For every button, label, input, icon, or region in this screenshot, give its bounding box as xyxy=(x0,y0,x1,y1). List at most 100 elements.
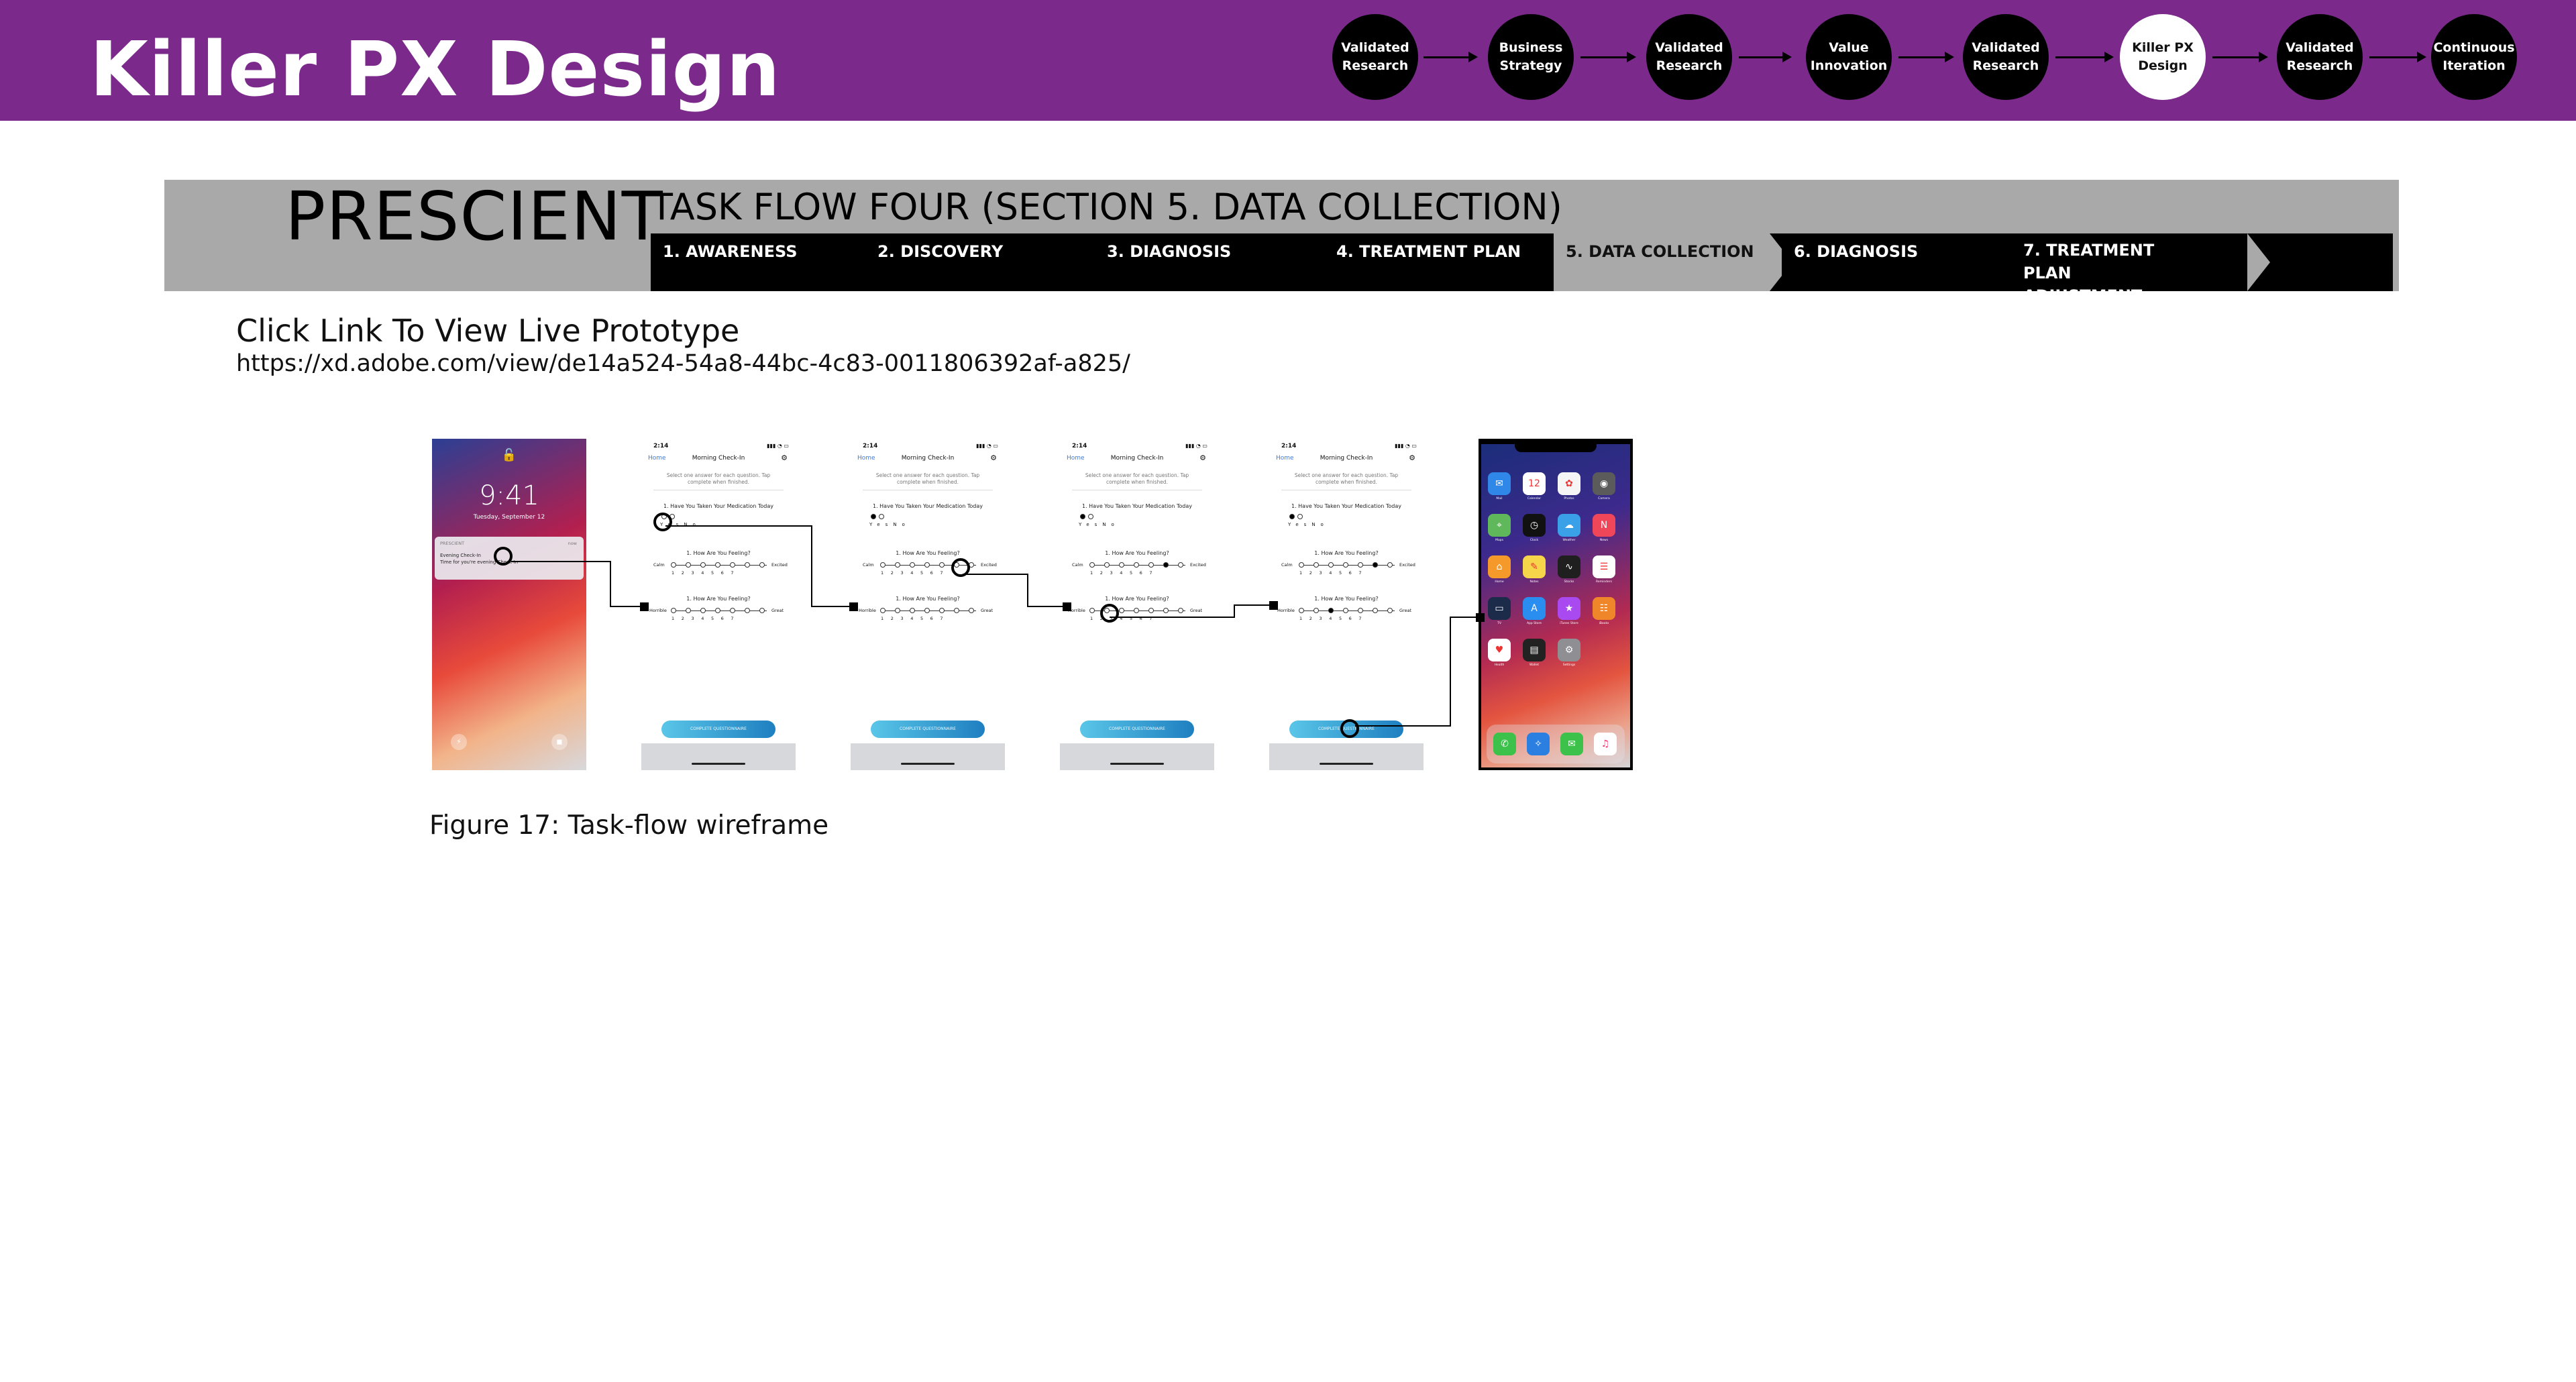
scale-option[interactable] xyxy=(910,562,915,568)
scale-option[interactable] xyxy=(1358,608,1363,613)
scale-option[interactable] xyxy=(939,562,945,568)
step-discovery[interactable]: 2. DISCOVERY xyxy=(865,233,1104,291)
scale-option[interactable] xyxy=(715,562,720,568)
ibooks-icon[interactable]: ☷ xyxy=(1593,597,1615,620)
scale-option[interactable] xyxy=(895,608,900,613)
scale-option[interactable] xyxy=(1134,608,1139,613)
step-data-collection[interactable]: 5. DATA COLLECTION xyxy=(1554,233,1792,291)
health-icon[interactable]: ♥ xyxy=(1488,639,1511,661)
camera-icon[interactable]: ◉ xyxy=(1593,472,1615,495)
scale-option[interactable] xyxy=(1178,608,1183,613)
step-treatment-plan-adjustment[interactable]: 7. TREATMENT PLAN ADJUSTMENT xyxy=(2011,233,2259,291)
scale-option[interactable] xyxy=(924,608,930,613)
news-icon[interactable]: N xyxy=(1593,514,1615,537)
step-treatment-plan[interactable]: 4. TREATMENT PLAN xyxy=(1324,233,1563,291)
scale-option[interactable] xyxy=(880,608,885,613)
scale-option[interactable] xyxy=(1343,562,1348,568)
scale-option[interactable] xyxy=(1163,608,1169,613)
safari-icon[interactable]: ✧ xyxy=(1527,733,1550,755)
scale-option[interactable] xyxy=(686,608,691,613)
scale-option[interactable] xyxy=(759,608,765,613)
camera-icon[interactable]: ◼ xyxy=(551,734,568,750)
scale-option[interactable] xyxy=(700,562,706,568)
scale-option[interactable] xyxy=(1299,562,1304,568)
yes-radio[interactable] xyxy=(1289,514,1295,519)
scale-option[interactable] xyxy=(1148,608,1154,613)
flashlight-icon[interactable]: ⚡ xyxy=(451,734,467,750)
step-diagnosis[interactable]: 3. DIAGNOSIS xyxy=(1095,233,1334,291)
scale-option[interactable] xyxy=(1358,562,1363,568)
scale-option[interactable] xyxy=(671,562,676,568)
scale-option[interactable] xyxy=(745,562,750,568)
scale-option[interactable] xyxy=(1089,608,1095,613)
tv-icon[interactable]: ▭ xyxy=(1488,597,1511,620)
gear-icon[interactable]: ⚙ xyxy=(990,454,997,462)
step-diagnosis-2[interactable]: 6. DIAGNOSIS xyxy=(1782,233,2021,291)
stocks-icon[interactable]: ∿ xyxy=(1558,555,1580,578)
answer-options[interactable] xyxy=(1289,514,1305,519)
scale-option[interactable] xyxy=(1089,562,1095,568)
no-radio[interactable] xyxy=(1297,514,1303,519)
process-node-business-strategy[interactable]: Business Strategy xyxy=(1488,14,1574,100)
scale-option[interactable] xyxy=(759,562,765,568)
scale-option[interactable] xyxy=(1313,608,1319,613)
answer-options[interactable] xyxy=(871,514,887,519)
scale-option[interactable] xyxy=(1313,562,1319,568)
scale-option[interactable] xyxy=(700,608,706,613)
music-icon[interactable]: ♫ xyxy=(1594,733,1617,755)
step-awareness[interactable]: 1. AWARENESS xyxy=(651,233,873,291)
mail-icon[interactable]: ✉ xyxy=(1488,472,1511,495)
scale-option[interactable] xyxy=(1163,562,1169,568)
process-node-validated-research-4[interactable]: Validated Research xyxy=(2277,14,2363,100)
gear-icon[interactable]: ⚙ xyxy=(1199,454,1206,462)
notes-icon[interactable]: ✎ xyxy=(1523,555,1546,578)
app-store-icon[interactable]: A xyxy=(1523,597,1546,620)
itunes-store-icon[interactable]: ★ xyxy=(1558,597,1580,620)
scale-option[interactable] xyxy=(1343,608,1348,613)
gear-icon[interactable]: ⚙ xyxy=(781,454,788,462)
settings-icon[interactable]: ⚙ xyxy=(1558,639,1580,661)
process-node-validated-research-3[interactable]: Validated Research xyxy=(1963,14,2049,100)
scale-option[interactable] xyxy=(924,562,930,568)
process-node-continuous-iteration[interactable]: Continuous Iteration xyxy=(2431,14,2517,100)
reminders-icon[interactable]: ☰ xyxy=(1593,555,1615,578)
maps-icon[interactable]: ⌖ xyxy=(1488,514,1511,537)
scale-option[interactable] xyxy=(954,608,959,613)
scale-option[interactable] xyxy=(1178,562,1183,568)
clock-icon[interactable]: ◷ xyxy=(1523,514,1546,537)
scale-option[interactable] xyxy=(1387,608,1393,613)
yes-radio[interactable] xyxy=(1080,514,1085,519)
no-radio[interactable] xyxy=(1088,514,1093,519)
phone-icon[interactable]: ✆ xyxy=(1493,733,1516,755)
answer-options[interactable] xyxy=(1080,514,1096,519)
process-node-value-innovation[interactable]: Value Innovation xyxy=(1806,14,1892,100)
scale-option[interactable] xyxy=(1387,562,1393,568)
scale-option[interactable] xyxy=(1119,562,1124,568)
process-node-validated-research-1[interactable]: Validated Research xyxy=(1332,14,1418,100)
scale-option[interactable] xyxy=(1299,608,1304,613)
scale-option[interactable] xyxy=(745,608,750,613)
scale-option[interactable] xyxy=(686,562,691,568)
scale-option[interactable] xyxy=(1328,562,1334,568)
complete-questionnaire-button[interactable]: COMPLETE QUESTIONNAIRE xyxy=(1080,721,1194,738)
scale-option[interactable] xyxy=(1328,608,1334,613)
scale-option[interactable] xyxy=(895,562,900,568)
scale-option[interactable] xyxy=(1373,608,1378,613)
scale-option[interactable] xyxy=(1104,562,1110,568)
scale-option[interactable] xyxy=(880,562,885,568)
scale-option[interactable] xyxy=(1373,562,1378,568)
scale-option[interactable] xyxy=(715,608,720,613)
calendar-icon[interactable]: 12 xyxy=(1523,472,1546,495)
scale-option[interactable] xyxy=(671,608,676,613)
messages-icon[interactable]: ✉ xyxy=(1560,733,1583,755)
scale-option[interactable] xyxy=(730,562,735,568)
scale-option[interactable] xyxy=(1148,562,1154,568)
scale-option[interactable] xyxy=(730,608,735,613)
gear-icon[interactable]: ⚙ xyxy=(1409,454,1415,462)
weather-icon[interactable]: ☁ xyxy=(1558,514,1580,537)
scale-option[interactable] xyxy=(910,608,915,613)
scale-option[interactable] xyxy=(1134,562,1139,568)
home-icon[interactable]: ⌂ xyxy=(1488,555,1511,578)
process-node-killer-px-design[interactable]: Killer PX Design xyxy=(2120,14,2206,100)
no-radio[interactable] xyxy=(879,514,884,519)
